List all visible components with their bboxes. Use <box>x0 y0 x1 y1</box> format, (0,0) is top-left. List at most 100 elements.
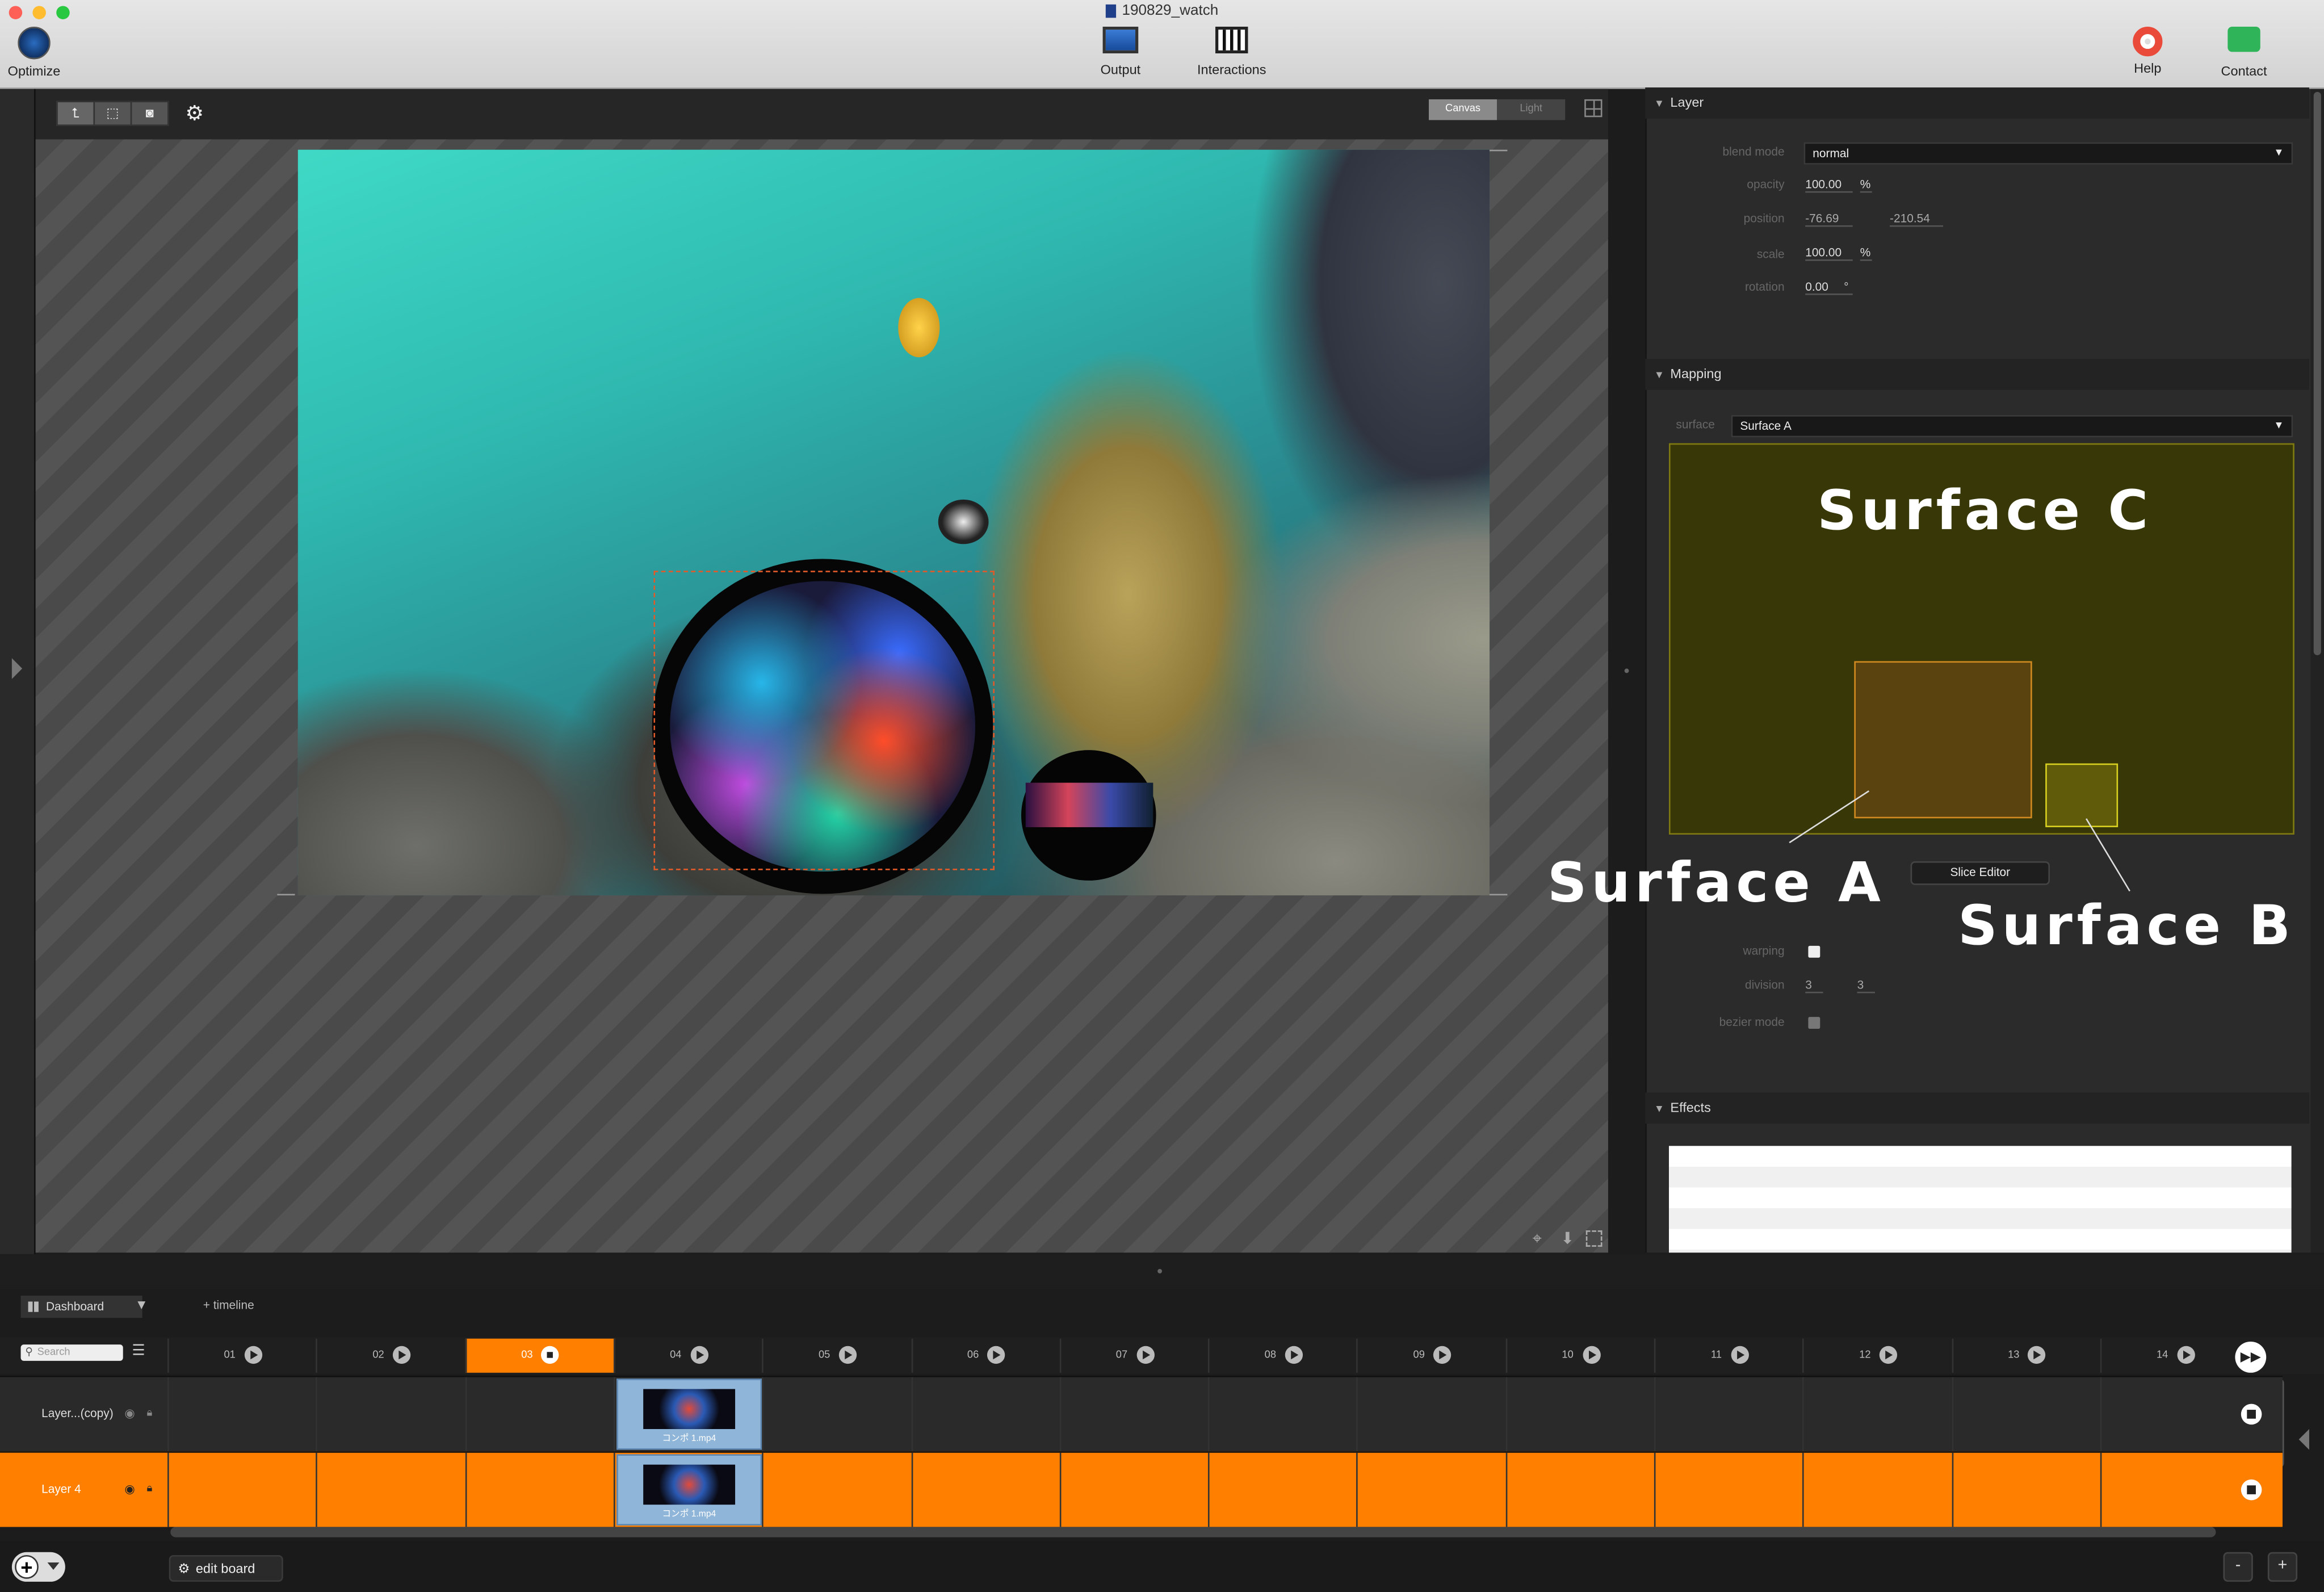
surface-a-slice[interactable] <box>1854 661 2032 819</box>
position-x-field[interactable]: -76.69 <box>1805 212 1853 227</box>
column-header-09[interactable]: 09 <box>1357 1338 1507 1373</box>
division-x-field[interactable]: 3 <box>1805 978 1823 994</box>
lock-icon[interactable]: 🔒︎ <box>146 1453 152 1527</box>
clip-cell[interactable]: コンポ 1.mp4 <box>613 1377 764 1452</box>
gear-icon[interactable]: ⚙ <box>185 101 204 126</box>
scale-field[interactable]: 100.00 <box>1805 246 1853 261</box>
light-view-toggle[interactable]: Light <box>1497 99 1566 120</box>
clip-cell[interactable] <box>1802 1377 1953 1452</box>
add-layer-button[interactable]: + <box>11 1552 65 1582</box>
eye-icon[interactable]: ◉ <box>124 1377 135 1452</box>
bezier-mode-checkbox[interactable] <box>1808 1017 1820 1029</box>
clip-thumbnail[interactable]: コンポ 1.mp4 <box>616 1454 762 1526</box>
play-icon[interactable] <box>393 1346 411 1364</box>
clip-cell[interactable] <box>1059 1452 1209 1527</box>
mask-tool-button[interactable]: ◙ <box>130 100 169 126</box>
fullscreen-icon[interactable] <box>1585 1230 1603 1247</box>
expand-right-icon[interactable] <box>2298 1429 2309 1450</box>
slice-editor-button[interactable]: Slice Editor <box>1910 861 2050 885</box>
division-y-field[interactable]: 3 <box>1857 978 1875 994</box>
play-icon[interactable] <box>690 1346 708 1364</box>
grid-layout-icon[interactable] <box>1584 99 1603 118</box>
play-icon[interactable] <box>987 1346 1006 1364</box>
surface-b-slice[interactable] <box>2045 763 2119 827</box>
clip-cell[interactable] <box>1505 1377 1655 1452</box>
clip-cell[interactable] <box>316 1452 466 1527</box>
eye-icon[interactable]: ◉ <box>124 1453 135 1527</box>
column-header-10[interactable]: 10 <box>1505 1338 1655 1373</box>
play-icon[interactable] <box>2176 1346 2195 1364</box>
lock-icon[interactable]: 🔒︎ <box>146 1377 152 1452</box>
play-icon[interactable] <box>1433 1346 1452 1364</box>
surface-select[interactable]: Surface A ▼ <box>1731 415 2293 438</box>
clip-cell[interactable] <box>911 1452 1060 1527</box>
zoom-out-button[interactable]: - <box>2223 1552 2253 1582</box>
edit-board-button[interactable]: ⚙ edit board <box>169 1555 283 1582</box>
column-header-05[interactable]: 05 <box>762 1338 912 1373</box>
play-icon[interactable] <box>2028 1346 2046 1364</box>
layer-row-label[interactable]: Layer 4 ◉ 🔒︎ <box>0 1452 168 1527</box>
left-collapsed-panel[interactable] <box>0 89 36 1254</box>
clip-cell[interactable] <box>464 1452 615 1527</box>
layer-row[interactable]: Layer...(copy) ◉ 🔒︎ コンポ 1.mp4 <box>0 1376 2283 1452</box>
optimize-button[interactable]: Optimize <box>0 26 78 78</box>
splitter-handle[interactable] <box>1157 1269 1163 1273</box>
clip-thumbnail[interactable]: コンポ 1.mp4 <box>616 1379 762 1450</box>
clip-cell[interactable] <box>1951 1377 2101 1452</box>
opacity-field[interactable]: 100.00 <box>1805 178 1853 193</box>
clip-cell[interactable] <box>911 1377 1060 1452</box>
play-icon[interactable] <box>244 1346 262 1364</box>
column-header-08[interactable]: 08 <box>1208 1338 1358 1373</box>
row-stop-icon[interactable] <box>2241 1479 2262 1501</box>
warping-checkbox[interactable] <box>1808 945 1820 958</box>
column-header-13[interactable]: 13 <box>1951 1338 2101 1373</box>
dashboard-horizontal-scrollbar[interactable] <box>170 1527 2216 1537</box>
play-icon[interactable] <box>839 1346 857 1364</box>
help-button[interactable]: Help <box>2103 26 2192 76</box>
blend-mode-select[interactable]: normal ▼ <box>1803 142 2293 165</box>
add-timeline-link[interactable]: + timeline <box>203 1298 254 1312</box>
mapping-section-header[interactable]: ▼ Mapping <box>1645 358 2309 390</box>
column-header-07[interactable]: 07 <box>1059 1338 1209 1373</box>
move-tool-button[interactable]: ⮤ <box>56 100 95 126</box>
inspector-scroll-thumb[interactable] <box>2313 91 2321 656</box>
column-header-01[interactable]: 01 <box>167 1338 317 1373</box>
clip-cell[interactable] <box>762 1452 912 1527</box>
clip-cell[interactable] <box>1802 1452 1953 1527</box>
play-icon[interactable] <box>1880 1346 1898 1364</box>
clip-cell[interactable] <box>1654 1452 1804 1527</box>
position-y-field[interactable]: -210.54 <box>1890 212 1944 227</box>
clip-cell[interactable] <box>1357 1452 1507 1527</box>
clip-cell[interactable] <box>316 1377 466 1452</box>
dashboard-tab[interactable]: Dashboard <box>20 1296 142 1318</box>
stop-icon[interactable] <box>542 1346 560 1364</box>
clip-cell[interactable] <box>1208 1452 1358 1527</box>
effects-section-header[interactable]: ▼ Effects <box>1645 1092 2309 1124</box>
column-header-12[interactable]: 12 <box>1802 1338 1953 1373</box>
search-input[interactable]: ⚲ Search <box>20 1344 123 1361</box>
clip-cell[interactable]: コンポ 1.mp4 <box>613 1452 764 1527</box>
output-button[interactable]: Output <box>1076 26 1165 77</box>
clip-cell[interactable] <box>1654 1377 1804 1452</box>
column-header-04[interactable]: 04 <box>613 1338 764 1373</box>
play-icon[interactable] <box>1285 1346 1303 1364</box>
layer-row-label[interactable]: Layer...(copy) ◉ 🔒︎ <box>0 1377 168 1452</box>
column-header-03[interactable]: 03 <box>464 1338 615 1373</box>
clip-cell[interactable] <box>1951 1452 2101 1527</box>
zoom-in-button[interactable]: + <box>2267 1552 2298 1582</box>
column-header-02[interactable]: 02 <box>316 1338 466 1373</box>
clip-cell[interactable] <box>1059 1377 1209 1452</box>
play-icon[interactable] <box>1582 1346 1600 1364</box>
download-arrow-icon[interactable]: ⬇ <box>1560 1229 1574 1248</box>
effects-list[interactable] <box>1668 1146 2292 1253</box>
clip-cell[interactable] <box>2100 1377 2250 1452</box>
transform-tool-button[interactable]: ⬚ <box>93 100 132 126</box>
clip-cell[interactable] <box>167 1377 317 1452</box>
clip-cell[interactable] <box>464 1377 615 1452</box>
column-header-11[interactable]: 11 <box>1654 1338 1804 1373</box>
dashboard-divider[interactable] <box>0 1254 2324 1290</box>
layer-row[interactable]: Layer 4 ◉ 🔒︎ コンポ 1.mp4 <box>0 1451 2283 1527</box>
selection-bounding-box[interactable] <box>653 571 995 870</box>
target-icon[interactable]: ⌖ <box>1533 1230 1542 1250</box>
clip-cell[interactable] <box>167 1452 317 1527</box>
